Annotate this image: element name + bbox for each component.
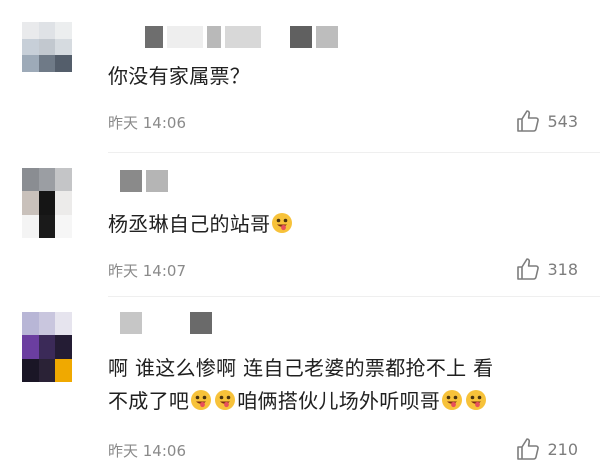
comment-text: 杨丞琳自己的站哥 — [108, 208, 294, 241]
like-count: 210 — [547, 439, 578, 459]
like-count: 318 — [547, 259, 578, 279]
comment-time: 昨天 14:06 — [108, 114, 186, 132]
tongue-out-face-icon — [442, 390, 463, 410]
tongue-out-face-icon — [272, 213, 293, 233]
username-suffix — [190, 312, 212, 334]
like-button[interactable]: 210 — [515, 436, 578, 462]
username[interactable] — [145, 26, 261, 48]
comment-time: 昨天 14:07 — [108, 262, 186, 280]
divider — [108, 152, 600, 153]
username[interactable] — [120, 312, 142, 334]
avatar[interactable] — [22, 168, 72, 238]
tongue-out-face-icon — [191, 390, 212, 410]
username[interactable] — [120, 170, 168, 192]
comment-line-2-text-b: 咱俩搭伙儿场外听呗哥 — [237, 389, 441, 413]
comment-text: 你没有家属票？ — [108, 64, 251, 88]
comment-text: 啊 谁这么惨啊 连自己老婆的票都抢不上 看 不成了吧 咱俩搭伙儿场外听呗哥 — [108, 352, 493, 418]
tongue-out-face-icon — [215, 390, 236, 410]
avatar[interactable] — [22, 312, 72, 382]
divider — [108, 296, 600, 297]
comment-time: 昨天 14:06 — [108, 442, 186, 460]
thumbs-up-icon — [517, 438, 540, 460]
comment-text-content: 杨丞琳自己的站哥 — [108, 212, 271, 236]
comment-line-2: 不成了吧 咱俩搭伙儿场外听呗哥 — [108, 385, 493, 418]
avatar[interactable] — [22, 22, 72, 72]
comment-line-2-text: 不成了吧 — [108, 389, 190, 413]
thumbs-up-icon — [517, 258, 540, 280]
like-count: 543 — [547, 111, 578, 131]
username-suffix — [290, 26, 338, 48]
like-button[interactable]: 318 — [515, 256, 578, 282]
tongue-out-face-icon — [466, 390, 487, 410]
comment-line-1: 啊 谁这么惨啊 连自己老婆的票都抢不上 看 — [108, 356, 494, 380]
like-button[interactable]: 543 — [515, 108, 578, 134]
thumbs-up-icon — [517, 110, 540, 132]
